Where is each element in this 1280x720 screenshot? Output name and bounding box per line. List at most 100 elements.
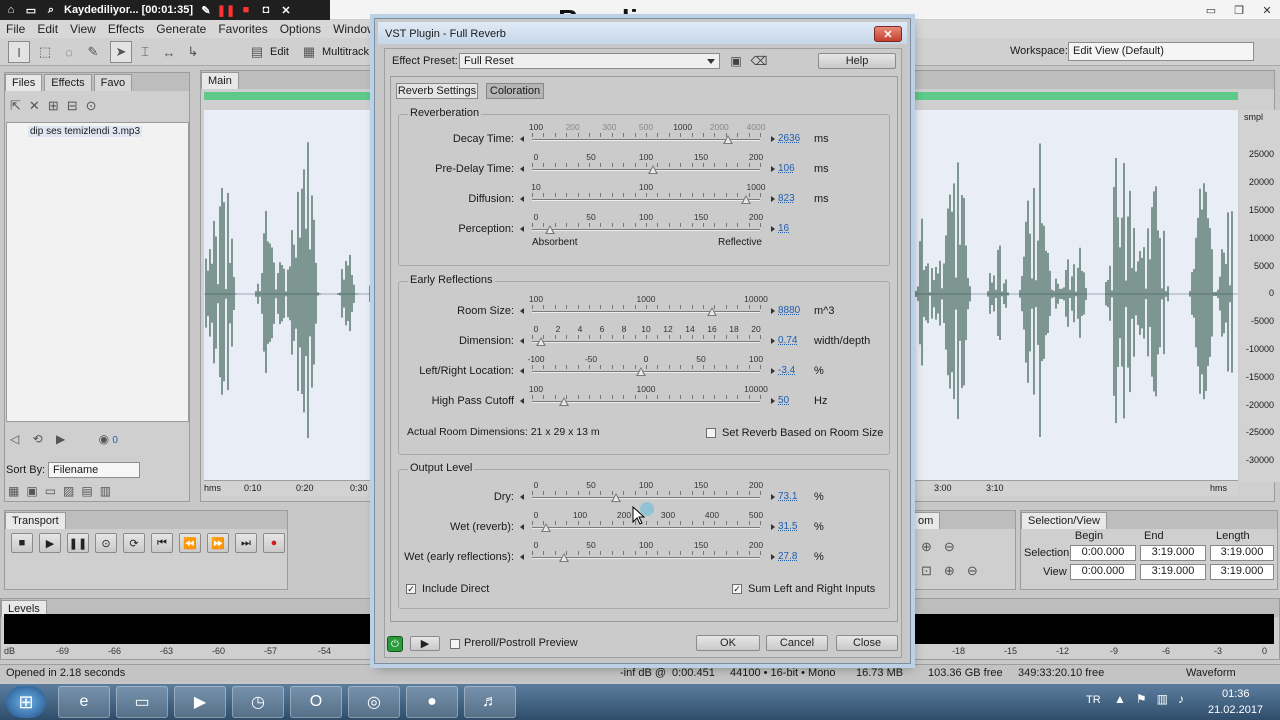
tray-flag-icon[interactable]: ⚑: [1136, 692, 1157, 706]
diffusion-increment-icon[interactable]: [771, 196, 775, 202]
play-button[interactable]: ▶: [39, 533, 61, 553]
tab-reverb-settings[interactable]: Reverb Settings: [396, 83, 478, 99]
view-icon-2[interactable]: ▣: [26, 484, 44, 498]
play-file-icon[interactable]: ▶: [56, 432, 65, 446]
view-end-field[interactable]: 3:19.000: [1140, 564, 1206, 580]
tab-favorites[interactable]: Favo: [93, 74, 133, 91]
wet-reverb-increment-icon[interactable]: [771, 524, 775, 530]
loop-icon[interactable]: ⟲: [33, 432, 43, 446]
dry-value[interactable]: 73.1: [778, 491, 797, 502]
tab-coloration[interactable]: Coloration: [486, 83, 544, 99]
stop-button[interactable]: ■: [11, 533, 33, 553]
lasso-tool-icon[interactable]: ◌: [58, 41, 80, 63]
wet-early-reflections-value[interactable]: 27.8: [778, 551, 797, 562]
outlook-icon[interactable]: O: [290, 686, 342, 718]
tray-volume-icon[interactable]: ♪: [1178, 692, 1194, 706]
insert-icon[interactable]: ⊞: [48, 98, 67, 113]
edit-file-icon[interactable]: ⊟: [67, 98, 86, 113]
help-button[interactable]: Help: [818, 53, 896, 69]
left-right-location-decrement-icon[interactable]: [520, 368, 524, 374]
wet-early-reflections-decrement-icon[interactable]: [520, 554, 524, 560]
audition-icon[interactable]: ♬: [464, 686, 516, 718]
volume-knob-icon[interactable]: ◉: [99, 432, 109, 446]
wet-reverb-slider-thumb[interactable]: [540, 523, 551, 532]
zoom-full-icon[interactable]: ⊡: [921, 563, 944, 578]
decay-time-slider-thumb[interactable]: [723, 135, 734, 144]
room-size-slider-track[interactable]: [532, 311, 760, 313]
decay-time-decrement-icon[interactable]: [520, 136, 524, 142]
brush-tool-icon[interactable]: ✎: [82, 41, 104, 63]
wet-early-reflections-slider-thumb[interactable]: [558, 553, 569, 562]
dimension-slider-track[interactable]: [532, 341, 760, 343]
menu-favorites[interactable]: Favorites: [212, 22, 273, 36]
effect-preset-select[interactable]: Full Reset: [459, 53, 720, 69]
pre-delay-time-slider-track[interactable]: [532, 169, 760, 171]
pause-button[interactable]: ❚❚: [67, 533, 89, 553]
fast-forward-button[interactable]: ⏩: [207, 533, 229, 553]
selection-begin-field[interactable]: 0:00.000: [1070, 545, 1136, 561]
room-size-slider-thumb[interactable]: [707, 307, 718, 316]
view-icon-3[interactable]: ▭: [45, 484, 63, 498]
high-pass-cutoff-increment-icon[interactable]: [771, 398, 775, 404]
perception-increment-icon[interactable]: [771, 226, 775, 232]
diffusion-slider-thumb[interactable]: [741, 195, 752, 204]
pre-delay-time-decrement-icon[interactable]: [520, 166, 524, 172]
perception-value[interactable]: 16: [778, 223, 789, 234]
perception-decrement-icon[interactable]: [520, 226, 524, 232]
room-size-increment-icon[interactable]: [771, 308, 775, 314]
preview-play-button[interactable]: ▶: [410, 636, 440, 651]
ie-icon[interactable]: e: [58, 686, 110, 718]
view-icon-5[interactable]: ▤: [81, 484, 99, 498]
search-icon[interactable]: ⌕: [44, 3, 58, 17]
dimension-slider-thumb[interactable]: [536, 337, 547, 346]
selection-length-field[interactable]: 3:19.000: [1210, 545, 1274, 561]
rewind-button[interactable]: ⏪: [179, 533, 201, 553]
media-player-icon[interactable]: ▶: [174, 686, 226, 718]
loop-button[interactable]: ⟳: [123, 533, 145, 553]
view-length-field[interactable]: 3:19.000: [1210, 564, 1274, 580]
minimize-icon[interactable]: ▭: [1198, 2, 1224, 18]
save-preset-icon[interactable]: ▣: [727, 53, 745, 69]
razor-tool-icon[interactable]: ⌶: [134, 41, 156, 63]
slip-tool-icon[interactable]: ↔: [158, 41, 180, 63]
pre-delay-time-value[interactable]: 106: [778, 163, 795, 174]
selection-end-field[interactable]: 3:19.000: [1140, 545, 1206, 561]
high-pass-cutoff-decrement-icon[interactable]: [520, 398, 524, 404]
high-pass-cutoff-value[interactable]: 50: [778, 395, 789, 406]
sort-by-select[interactable]: Filename: [48, 462, 140, 478]
decay-time-value[interactable]: 2636: [778, 133, 800, 144]
volume-icon[interactable]: ◁: [10, 432, 19, 446]
menu-generate[interactable]: Generate: [150, 22, 212, 36]
record-button[interactable]: ●: [263, 533, 285, 553]
folder-icon[interactable]: ▭: [24, 3, 38, 17]
tray-arrow-icon[interactable]: ▲: [1114, 692, 1136, 706]
language-indicator[interactable]: TR: [1086, 694, 1101, 706]
autoplay-icon[interactable]: ⊙: [86, 98, 105, 113]
play-from-cursor-button[interactable]: ⊙: [95, 533, 117, 553]
menu-file[interactable]: File: [0, 22, 31, 36]
app-close-icon[interactable]: ✕: [1254, 2, 1280, 18]
high-pass-cutoff-slider-thumb[interactable]: [558, 397, 569, 406]
wet-reverb-slider-track[interactable]: [532, 527, 760, 529]
workspace-select[interactable]: Edit View (Default): [1068, 42, 1254, 61]
diffusion-value[interactable]: 823: [778, 193, 795, 204]
ok-button[interactable]: OK: [696, 635, 760, 651]
pause-icon[interactable]: ❚❚: [217, 3, 235, 17]
tab-main[interactable]: Main: [201, 72, 239, 89]
menu-edit[interactable]: Edit: [31, 22, 64, 36]
wet-early-reflections-increment-icon[interactable]: [771, 554, 775, 560]
perception-slider-thumb[interactable]: [545, 225, 556, 234]
move-tool-icon[interactable]: ➤: [110, 41, 132, 63]
go-to-start-button[interactable]: ⏮: [151, 533, 173, 553]
tab-files[interactable]: Files: [5, 74, 43, 91]
tray-network-icon[interactable]: ▥: [1157, 692, 1178, 706]
dry-slider-track[interactable]: [532, 497, 760, 499]
bandicam-icon[interactable]: ●: [406, 686, 458, 718]
maximize-icon[interactable]: ❐: [1226, 2, 1252, 18]
multitrack-view-label[interactable]: Multitrack: [322, 46, 369, 58]
zoom-out-amp-icon[interactable]: ⊖: [944, 539, 967, 554]
edit-view-label[interactable]: Edit: [270, 46, 289, 58]
tab-selection-view[interactable]: Selection/View: [1021, 512, 1107, 529]
close-button[interactable]: Close: [836, 635, 898, 651]
diffusion-decrement-icon[interactable]: [520, 196, 524, 202]
